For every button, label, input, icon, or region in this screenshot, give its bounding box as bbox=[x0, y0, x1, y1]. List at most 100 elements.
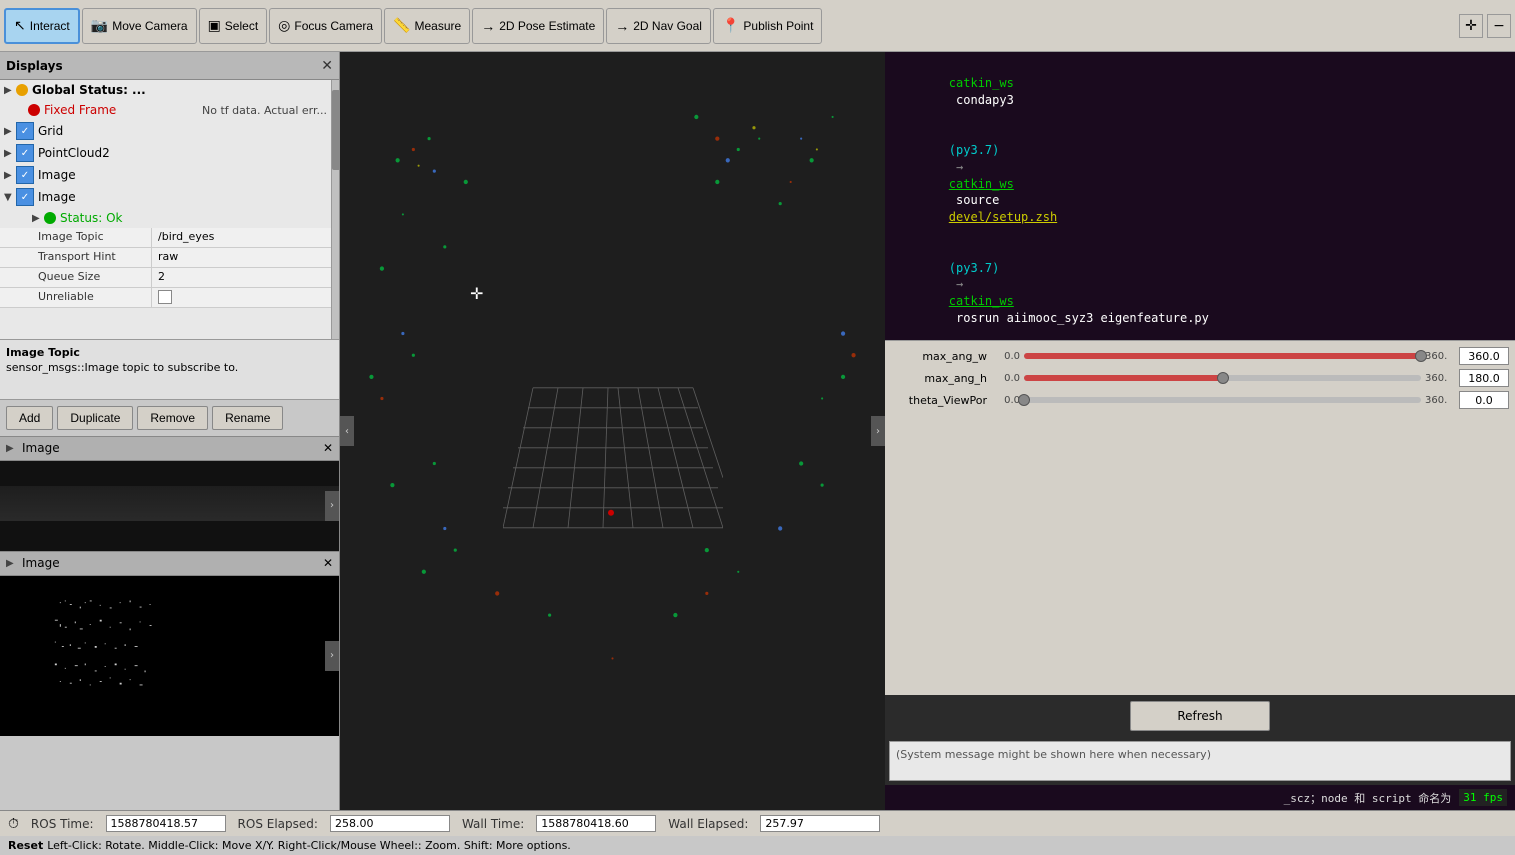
pose-estimate-button[interactable]: → 2D Pose Estimate bbox=[472, 8, 604, 44]
minimize-button[interactable]: − bbox=[1487, 14, 1511, 38]
pointcloud2-item[interactable]: ▶ ✓ PointCloud2 bbox=[0, 142, 331, 164]
unreliable-key: Unreliable bbox=[32, 288, 152, 307]
img-panel1-expand: ▶ bbox=[6, 443, 18, 454]
scrollbar-thumb[interactable] bbox=[332, 90, 339, 170]
add-crosshair-button[interactable]: ✛ bbox=[1459, 14, 1483, 38]
ros-time-value: 1588780418.57 bbox=[106, 815, 226, 832]
displays-title: Displays bbox=[6, 59, 63, 73]
duplicate-button[interactable]: Duplicate bbox=[57, 406, 133, 430]
nav-icon: → bbox=[615, 18, 629, 34]
image-panel-1-close[interactable]: ✕ bbox=[323, 441, 333, 455]
displays-close-button[interactable]: ✕ bbox=[321, 58, 333, 74]
focus-camera-button[interactable]: ◎ Focus Camera bbox=[269, 8, 382, 44]
center-view: ✛ ‹ › bbox=[340, 52, 885, 810]
status-dot-green bbox=[44, 212, 56, 224]
sliders-empty-area bbox=[885, 419, 1515, 695]
max-ang-h-track[interactable] bbox=[1024, 375, 1421, 381]
pointcloud-image bbox=[0, 576, 339, 716]
nav-goal-button[interactable]: → 2D Nav Goal bbox=[606, 8, 711, 44]
pointcloud2-checkbox[interactable]: ✓ bbox=[16, 144, 34, 162]
viewport-right-arrow[interactable]: › bbox=[871, 416, 885, 446]
bottom-right-text: _scz；node 和 script 命名为 bbox=[1284, 790, 1452, 806]
left-panel: Displays ✕ ▶ Global Status: ... Fixed Fr… bbox=[0, 52, 340, 810]
unreliable-checkbox[interactable] bbox=[158, 290, 172, 304]
refresh-button[interactable]: Refresh bbox=[1130, 701, 1270, 731]
max-ang-w-max: 360. bbox=[1425, 351, 1455, 362]
move-camera-button[interactable]: 📷 Move Camera bbox=[82, 8, 197, 44]
image2-expand-arrow[interactable]: › bbox=[325, 641, 339, 671]
image1-expand-arrow[interactable]: › bbox=[325, 491, 339, 521]
image1-checkbox[interactable]: ✓ bbox=[16, 166, 34, 184]
theta-viewpor-min: 0.0 bbox=[995, 395, 1020, 406]
image-panel-2-content: › bbox=[0, 576, 339, 736]
theta-viewpor-value[interactable]: 0.0 bbox=[1459, 391, 1509, 409]
expand-arrow: ▶ bbox=[4, 85, 16, 96]
image-panel-1-content: › bbox=[0, 461, 339, 551]
interact-icon: ↖ bbox=[14, 17, 26, 34]
fixed-frame-item[interactable]: Fixed Frame No tf data. Actual err... bbox=[0, 100, 331, 120]
max-ang-h-row: max_ang_h 0.0 360. 180.0 bbox=[891, 369, 1509, 387]
image-panel-2-close[interactable]: ✕ bbox=[323, 556, 333, 570]
select-button[interactable]: ▣ Select bbox=[199, 8, 268, 44]
focus-icon: ◎ bbox=[278, 17, 290, 34]
remove-button[interactable]: Remove bbox=[137, 406, 208, 430]
publish-icon: 📍 bbox=[722, 17, 739, 34]
grid-item[interactable]: ▶ ✓ Grid bbox=[0, 120, 331, 142]
max-ang-w-fill bbox=[1024, 353, 1421, 359]
image-topic-row[interactable]: Image Topic /bird_eyes bbox=[0, 228, 331, 248]
viewport-left-arrow[interactable]: ‹ bbox=[340, 416, 354, 446]
publish-point-button[interactable]: 📍 Publish Point bbox=[713, 8, 822, 44]
fixed-frame-error: No tf data. Actual err... bbox=[202, 104, 327, 117]
max-ang-w-label: max_ang_w bbox=[891, 350, 991, 363]
queue-size-row[interactable]: Queue Size 2 bbox=[0, 268, 331, 288]
measure-button[interactable]: 📏 Measure bbox=[384, 8, 470, 44]
interact-label: Interact bbox=[30, 19, 70, 33]
info-title: Image Topic bbox=[6, 346, 333, 359]
max-ang-w-thumb[interactable] bbox=[1415, 350, 1427, 362]
ros-time-label: ROS Time: bbox=[31, 817, 94, 831]
move-camera-label: Move Camera bbox=[112, 19, 187, 33]
max-ang-w-value[interactable]: 360.0 bbox=[1459, 347, 1509, 365]
bottom-right-terminal: _scz；node 和 script 命名为 31 fps bbox=[885, 785, 1515, 810]
terminal-line-1: (py3.7) → catkin_ws source devel/setup.z… bbox=[891, 125, 1509, 243]
max-ang-w-track[interactable] bbox=[1024, 353, 1421, 359]
global-status-label: Global Status: ... bbox=[32, 83, 327, 97]
image2-checkbox[interactable]: ✓ bbox=[16, 188, 34, 206]
add-button[interactable]: Add bbox=[6, 406, 53, 430]
toolbar-right: ✛ − bbox=[1459, 14, 1511, 38]
max-ang-h-thumb[interactable] bbox=[1217, 372, 1229, 384]
ros-elapsed-value: 258.00 bbox=[330, 815, 450, 832]
image2-item[interactable]: ▼ ✓ Image bbox=[0, 186, 331, 208]
status-row: Reset Left-Click: Rotate. Middle-Click: … bbox=[0, 836, 1515, 855]
wall-elapsed-label: Wall Elapsed: bbox=[668, 817, 748, 831]
image1-item[interactable]: ▶ ✓ Image bbox=[0, 164, 331, 186]
status-ok-label: Status: Ok bbox=[60, 211, 327, 225]
publish-point-label: Publish Point bbox=[743, 19, 813, 33]
time-section-icon: ⏱ bbox=[8, 816, 19, 832]
interact-button[interactable]: ↖ Interact bbox=[4, 8, 80, 44]
unreliable-row[interactable]: Unreliable bbox=[0, 288, 331, 308]
road-image bbox=[0, 461, 339, 551]
max-ang-h-value[interactable]: 180.0 bbox=[1459, 369, 1509, 387]
displays-scrollbar[interactable] bbox=[331, 80, 339, 339]
fixed-frame-label: Fixed Frame bbox=[44, 103, 198, 117]
max-ang-w-row: max_ang_w 0.0 360. 360.0 bbox=[891, 347, 1509, 365]
max-ang-h-min: 0.0 bbox=[995, 373, 1020, 384]
transport-hint-row[interactable]: Transport Hint raw bbox=[0, 248, 331, 268]
theta-viewpor-max: 360. bbox=[1425, 395, 1455, 406]
global-status-item[interactable]: ▶ Global Status: ... bbox=[0, 80, 331, 100]
theta-viewpor-track[interactable] bbox=[1024, 397, 1421, 403]
reset-label: Reset bbox=[8, 839, 43, 852]
grid-checkbox[interactable]: ✓ bbox=[16, 122, 34, 140]
terminal-line-2: (py3.7) → catkin_ws rosrun aiimooc_syz3 … bbox=[891, 243, 1509, 340]
theta-viewpor-thumb[interactable] bbox=[1018, 394, 1030, 406]
displays-tree: ▶ Global Status: ... Fixed Frame No tf d… bbox=[0, 80, 331, 339]
image1-label: Image bbox=[38, 168, 327, 182]
rename-button[interactable]: Rename bbox=[212, 406, 283, 430]
info-desc: sensor_msgs::Image topic to subscribe to… bbox=[6, 361, 333, 374]
img-panel2-expand: ▶ bbox=[6, 558, 18, 569]
max-ang-w-min: 0.0 bbox=[995, 351, 1020, 362]
max-ang-h-fill bbox=[1024, 375, 1223, 381]
grid-label: Grid bbox=[38, 124, 327, 138]
rviz-viewport[interactable]: ✛ ‹ › bbox=[340, 52, 885, 810]
